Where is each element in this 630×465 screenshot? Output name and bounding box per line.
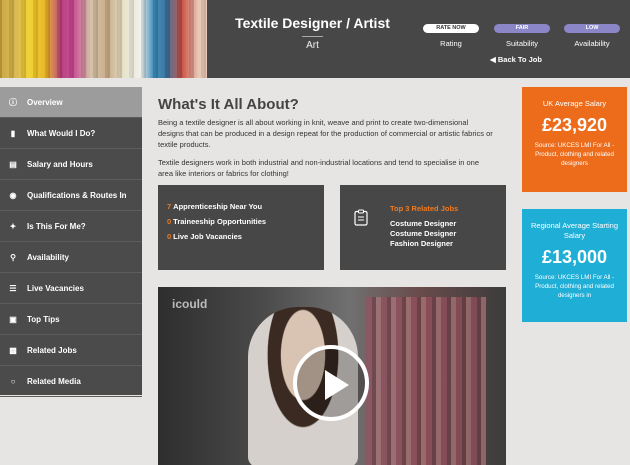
document-icon: ▩ [9, 345, 17, 355]
back-to-job-label: Back To Job [497, 55, 542, 64]
video-background [366, 297, 486, 465]
job-title: Textile Designer / Artist [235, 15, 390, 31]
video-player[interactable]: icould [158, 287, 506, 465]
traineeship-count: 0 [167, 217, 172, 226]
suitability-label: Suitability [505, 39, 539, 48]
sidebar-item-label: Related Jobs [27, 345, 77, 355]
sidebar-item-label: Overview [27, 97, 63, 107]
sidebar-item-live-vacancies[interactable]: ☰ Live Vacancies [0, 273, 142, 304]
rating-label: Rating [440, 39, 462, 48]
sidebar-item-related-jobs[interactable]: ▩ Related Jobs [0, 335, 142, 366]
sidebar-item-label: What Would I Do? [27, 128, 96, 138]
compass-icon: ◉ [9, 190, 17, 200]
info-icon: ⓘ [9, 97, 17, 107]
sidebar-item-is-this-for-me[interactable]: ✦ Is This For Me? [0, 211, 142, 242]
rating-rate-now[interactable]: RATE NOW Rating [423, 24, 479, 48]
sidebar-item-label: Live Vacancies [27, 283, 84, 293]
clipboard-icon [354, 209, 368, 226]
sidebar-item-salary-and-hours[interactable]: ▤ Salary and Hours [0, 149, 142, 180]
video-watermark: icould [172, 297, 208, 311]
sidebar-item-label: Availability [27, 252, 69, 262]
opportunities-box: 7 Apprenticeship Near You 0 Traineeship Op… [158, 185, 324, 270]
salary-source: Source: UKCES LMI For All - Product, clo… [534, 142, 615, 167]
sidebar-item-what-would-i-do[interactable]: ▮ What Would I Do? [0, 118, 142, 149]
coins-icon: ▤ [9, 159, 17, 169]
sidebar-item-qualifications[interactable]: ◉ Qualifications & Routes In [0, 180, 142, 211]
sidebar-item-label: Related Media [27, 376, 81, 386]
vacancies-stat[interactable]: 0 Live Job Vacancies [167, 232, 324, 241]
salary-value: £23,920 [541, 115, 608, 135]
apprenticeship-label: Apprenticeship Near You [173, 202, 263, 211]
regional-salary-card: Regional Average Starting Salary £13,000… [522, 209, 627, 322]
availability-badge: LOW [564, 24, 620, 33]
traineeship-label: Traineeship Opportunities [173, 217, 267, 226]
back-arrow-icon: ◀ [490, 55, 496, 64]
job-category: Art [306, 40, 319, 51]
sidebar-item-top-tips[interactable]: ▣ Top Tips [0, 304, 142, 335]
related-job-link[interactable]: Costume Designer [390, 219, 458, 229]
play-button[interactable] [293, 345, 369, 421]
salary-value: £13,000 [541, 247, 608, 267]
section-title: What's It All About? [158, 96, 299, 113]
sidebar-nav: ⓘ Overview ▮ What Would I Do? ▤ Salary a… [0, 87, 142, 397]
salary-source: Source: UKCES LMI For All - Product, clo… [534, 274, 615, 299]
rating-badge[interactable]: RATE NOW [423, 24, 479, 33]
apprenticeship-count: 7 [167, 202, 172, 211]
salary-card-title: Regional Average Starting Salary [530, 221, 618, 240]
apprenticeship-stat[interactable]: 7 Apprenticeship Near You [167, 202, 324, 211]
related-jobs-title: Top 3 Related Jobs [390, 204, 459, 213]
sidebar-item-label: Qualifications & Routes In [27, 190, 127, 200]
bar-chart-icon: ▮ [10, 128, 16, 138]
title-divider [302, 36, 323, 37]
location-paragraph: Textile designers work in both industria… [158, 158, 480, 179]
sidebar-item-overview[interactable]: ⓘ Overview [0, 87, 142, 118]
page-header: Textile Designer / Artist Art RATE NOW R… [0, 0, 630, 78]
chat-icon: ○ [10, 376, 16, 386]
location-pin-icon: ⚲ [10, 252, 16, 262]
availability-label: Availability [574, 39, 610, 48]
briefcase-icon: ▣ [9, 314, 17, 324]
rating-availability: LOW Availability [564, 24, 620, 48]
sidebar-item-related-media[interactable]: ○ Related Media [0, 366, 142, 397]
sidebar-item-availability[interactable]: ⚲ Availability [0, 242, 142, 273]
sidebar-item-label: Salary and Hours [27, 159, 93, 169]
list-icon: ☰ [9, 283, 17, 293]
sidebar-item-label: Is This For Me? [27, 221, 86, 231]
traineeship-stat[interactable]: 0 Traineeship Opportunities [167, 217, 324, 226]
related-job-link[interactable]: Fashion Designer [390, 239, 458, 249]
rating-suitability: FAIR Suitability [494, 24, 550, 48]
suitability-badge: FAIR [494, 24, 550, 33]
puzzle-icon: ✦ [9, 221, 17, 231]
sidebar-item-label: Top Tips [27, 314, 60, 324]
related-job-link[interactable]: Costume Designer [390, 229, 458, 239]
header-fabric-image [0, 0, 207, 78]
vacancies-count: 0 [167, 232, 172, 241]
play-icon [325, 370, 349, 400]
salary-card-title: UK Average Salary [542, 99, 607, 108]
back-to-job-link[interactable]: ◀ Back To Job [490, 55, 555, 64]
related-jobs-box: Top 3 Related Jobs Costume Designer Cost… [340, 185, 506, 270]
vacancies-label: Live Job Vacancies [173, 232, 242, 241]
intro-paragraph: Being a textile designer is all about wo… [158, 118, 493, 150]
uk-average-salary-card: UK Average Salary £23,920 Source: UKCES … [522, 87, 627, 192]
